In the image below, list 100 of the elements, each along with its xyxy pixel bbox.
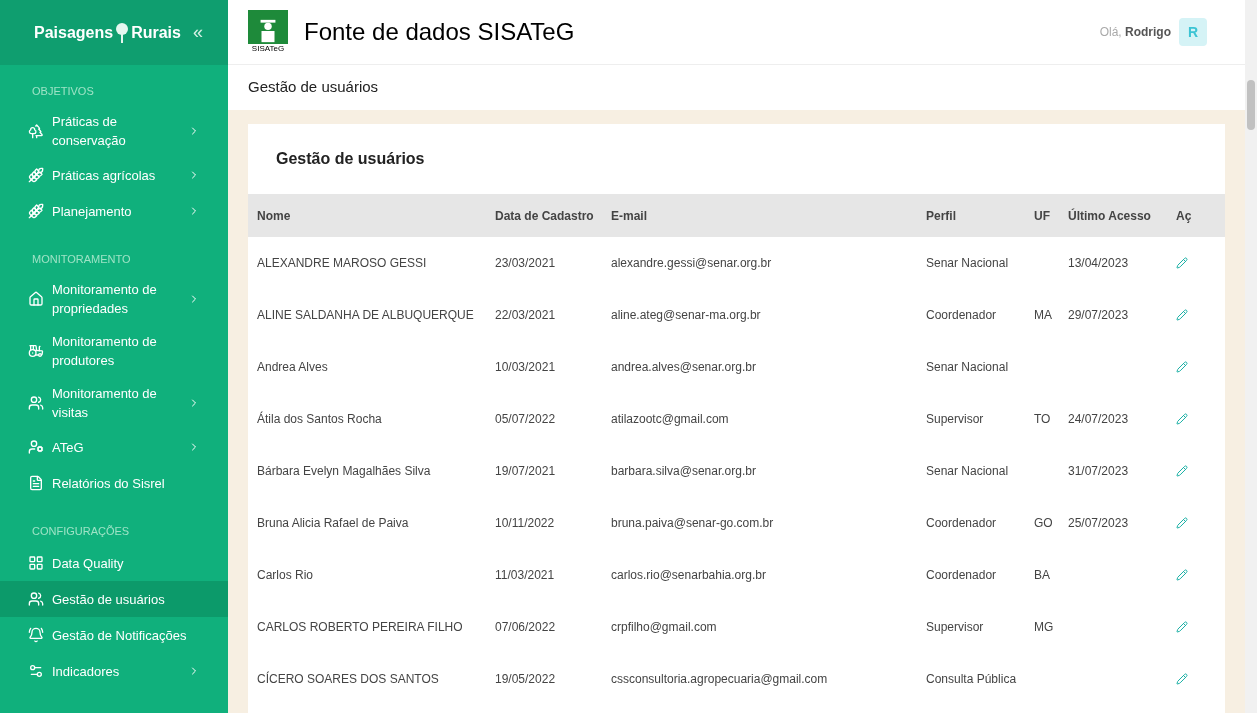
sidebar-item[interactable]: Relatórios do Sisrel: [0, 465, 228, 501]
table-cell: ALEXANDRE MAROSO GESSI: [257, 256, 427, 270]
table-cell: crpfilho@gmail.com: [611, 620, 717, 634]
menu-item-icon: [28, 555, 44, 571]
menu-item-label: Gestão de Notificações: [52, 626, 188, 645]
sidebar-item[interactable]: Gestão de Notificações: [0, 617, 228, 653]
menu-item-icon: [28, 203, 44, 219]
table-cell: 13/04/2023: [1068, 256, 1129, 270]
menu-item-label: Data Quality: [52, 554, 125, 573]
sidebar-item[interactable]: ATeG: [0, 429, 228, 465]
column-header: Nome: [257, 207, 292, 225]
card-title: Gestão de usuários: [275, 149, 426, 169]
sidebar-item[interactable]: Planejamento: [0, 193, 228, 229]
sidebar-item[interactable]: Monitoramento de visitas: [0, 377, 228, 429]
menu-item-icon: [28, 475, 44, 491]
table-cell: barbara.silva@senar.org.br: [611, 464, 756, 478]
table-cell: Coordenador: [926, 568, 997, 582]
table-cell: Consulta Pública: [926, 672, 1017, 686]
table-cell: 22/03/2021: [495, 308, 556, 322]
table-cell: CARLOS ROBERTO PEREIRA FILHO: [257, 620, 463, 634]
menu-item-icon: [28, 343, 44, 359]
table-cell: TO: [1034, 412, 1051, 426]
edit-icon[interactable]: [1176, 673, 1188, 685]
table-cell: atilazootc@gmail.com: [611, 412, 729, 426]
menu-item-icon: [28, 395, 44, 411]
menu-item-label: ATeG: [52, 438, 85, 457]
table-cell: MG: [1034, 620, 1054, 634]
column-header: Data de Cadastro: [495, 207, 595, 225]
table-cell: CÍCERO SOARES DOS SANTOS: [257, 672, 439, 686]
breadcrumb: Gestão de usuários: [248, 77, 379, 98]
menu-item-icon: [28, 291, 44, 307]
column-header: Último Acesso: [1068, 207, 1152, 225]
sidebar-item[interactable]: Monitoramento de propriedades: [0, 273, 228, 325]
menu-item-icon: [28, 123, 44, 139]
table-cell: Senar Nacional: [926, 464, 1009, 478]
table-cell: 07/06/2022: [495, 620, 556, 634]
sidebar-item[interactable]: Monitoramento de produtores: [0, 325, 228, 377]
edit-icon[interactable]: [1176, 465, 1188, 477]
table-cell: MA: [1034, 308, 1052, 322]
table-cell: Coordenador: [926, 516, 997, 530]
sidebar-item[interactable]: Indicadores: [0, 653, 228, 689]
greeting: Olá, Rodrigo: [1099, 24, 1171, 41]
table-cell: 10/03/2021: [495, 360, 556, 374]
menu-item-label: Monitoramento de propriedades: [52, 281, 158, 318]
table-cell: ALINE SALDANHA DE ALBUQUERQUE: [257, 308, 474, 322]
table-cell: 10/11/2022: [495, 516, 555, 530]
section-heading: MONITORAMENTO: [31, 251, 132, 267]
column-header: Aç: [1176, 207, 1193, 225]
edit-icon[interactable]: [1176, 413, 1188, 425]
menu-item-icon: [28, 627, 44, 643]
table-cell: andrea.alves@senar.org.br: [611, 360, 756, 374]
collapse-button[interactable]: «: [192, 19, 203, 46]
page-title: Fonte de dados SISATeG: [304, 17, 575, 47]
section-heading: CONFIGURAÇÕES: [31, 523, 131, 539]
sidebar-item[interactable]: Práticas de conservação: [0, 105, 228, 157]
menu-item-icon: [28, 663, 44, 679]
table-cell: Bruna Alicia Rafael de Paiva: [257, 516, 409, 530]
sidebar-item[interactable]: Práticas agrícolas: [0, 157, 228, 193]
table-cell: Átila dos Santos Rocha: [257, 412, 382, 426]
table-cell: Coordenador: [926, 308, 997, 322]
table-cell: Andrea Alves: [257, 360, 328, 374]
menu-item-label: Planejamento: [52, 202, 133, 221]
menu-item-label: Práticas agrícolas: [52, 166, 157, 185]
menu-item-icon: [28, 439, 44, 455]
table-cell: Senar Nacional: [926, 360, 1009, 374]
user-avatar[interactable]: R: [1179, 18, 1207, 46]
table-cell: cssconsultoria.agropecuaria@gmail.com: [611, 672, 828, 686]
table-cell: 25/07/2023: [1068, 516, 1129, 530]
edit-icon[interactable]: [1176, 517, 1188, 529]
column-header: Perfil: [926, 207, 957, 225]
table-cell: aline.ateg@senar-ma.org.br: [611, 308, 761, 322]
table-cell: 23/03/2021: [495, 256, 556, 270]
edit-icon[interactable]: [1176, 257, 1188, 269]
menu-item-label: Relatórios do Sisrel: [52, 474, 166, 493]
logo-caption: SISATeG: [248, 44, 288, 54]
table-cell: 19/07/2021: [495, 464, 556, 478]
table-cell: Supervisor: [926, 620, 984, 634]
brand-name: Paisagens: [34, 22, 114, 43]
column-header: E-mail: [611, 207, 648, 225]
brand-name: Rurais: [131, 22, 181, 43]
table-cell: 31/07/2023: [1068, 464, 1129, 478]
edit-icon[interactable]: [1176, 621, 1188, 633]
menu-item-label: Gestão de usuários: [52, 590, 166, 609]
edit-icon[interactable]: [1176, 309, 1188, 321]
edit-icon[interactable]: [1176, 569, 1188, 581]
table-cell: GO: [1034, 516, 1053, 530]
menu-item-label: Práticas de conservação: [52, 113, 127, 150]
table-cell: bruna.paiva@senar-go.com.br: [611, 516, 774, 530]
column-header: UF: [1034, 207, 1051, 225]
table-cell: BA: [1034, 568, 1050, 582]
sidebar-item[interactable]: Data Quality: [0, 545, 228, 581]
table-cell: 24/07/2023: [1068, 412, 1129, 426]
table-cell: Supervisor: [926, 412, 984, 426]
edit-icon[interactable]: [1176, 361, 1188, 373]
menu-item-label: Indicadores: [52, 662, 121, 681]
table-cell: alexandre.gessi@senar.org.br: [611, 256, 772, 270]
menu-item-icon: [28, 167, 44, 183]
menu-item-label: Monitoramento de produtores: [52, 333, 158, 370]
table-cell: carlos.rio@senarbahia.org.br: [611, 568, 766, 582]
sidebar-item[interactable]: Gestão de usuários: [0, 581, 228, 617]
